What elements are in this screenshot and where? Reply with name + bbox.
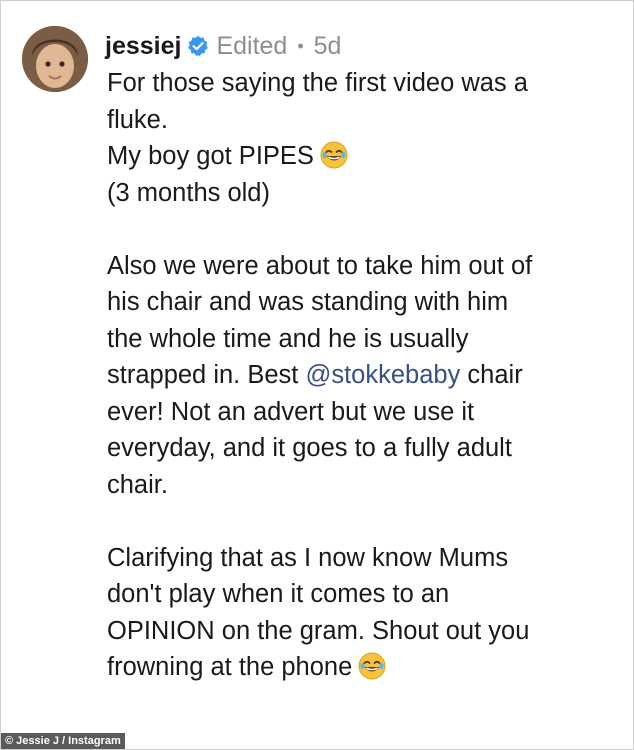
- mention-link[interactable]: @stokkebaby: [305, 361, 460, 389]
- comment-header: jessiej Edited • 5d: [105, 29, 341, 63]
- caption-line: Also we were about to take him out of: [107, 251, 533, 280]
- caption-line: his chair and was standing with him: [107, 288, 509, 316]
- caption-line: ever! Not an advert but we use it: [107, 397, 475, 426]
- caption-line: strapped in. Best @stokkebaby chair: [107, 357, 622, 394]
- caption-line: OPINION on the gram. Shout out you: [107, 616, 530, 645]
- caption-text: frowning at the phone: [107, 653, 353, 681]
- caption-line: don't play when it comes to an: [107, 580, 450, 608]
- caption-text: My boy got PIPES: [107, 142, 314, 170]
- laughing-crying-emoji-icon: [358, 652, 386, 680]
- caption-line: Clarifying that as I now know Mums: [107, 543, 509, 572]
- caption-line: everyday, and it goes to a fully adult: [107, 434, 512, 462]
- laughing-crying-emoji-icon: [320, 141, 348, 169]
- instagram-comment: jessiej Edited • 5d For those saying the…: [0, 0, 634, 750]
- caption-line: (3 months old): [107, 178, 270, 207]
- caption-text: chair: [460, 361, 523, 389]
- avatar-photo: [22, 26, 88, 92]
- caption-line: fluke.: [107, 105, 168, 134]
- caption-line: the whole time and he is usually: [107, 324, 469, 353]
- username-link[interactable]: jessiej: [105, 32, 181, 61]
- caption-text: strapped in. Best: [107, 361, 306, 389]
- caption-line: chair.: [107, 470, 168, 499]
- separator-dot: •: [297, 35, 304, 56]
- caption-line: frowning at the phone: [107, 649, 622, 686]
- timestamp[interactable]: 5d: [314, 32, 342, 61]
- comment-caption: For those saying the first video was a f…: [107, 65, 622, 686]
- verified-badge-icon: [187, 35, 209, 57]
- avatar[interactable]: [22, 26, 88, 92]
- caption-line: For those saying the first video was a: [107, 69, 528, 97]
- photo-credit: © Jessie J / Instagram: [1, 733, 125, 749]
- caption-line: My boy got PIPES: [107, 138, 622, 175]
- edited-label: Edited: [216, 31, 288, 60]
